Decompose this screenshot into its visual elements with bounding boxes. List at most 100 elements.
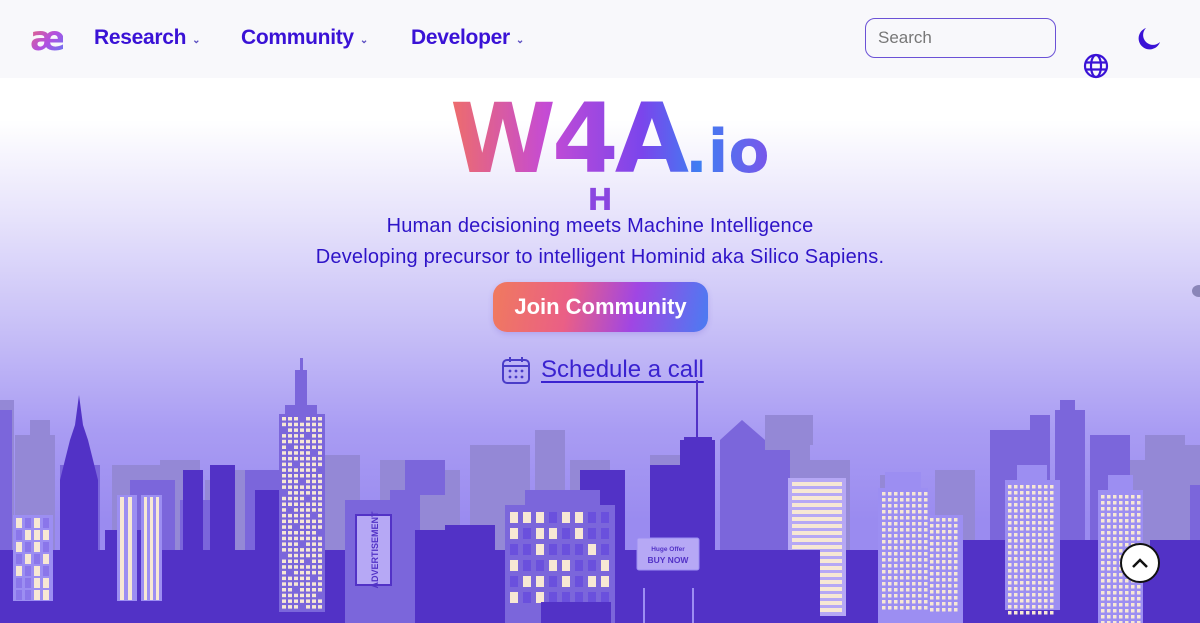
window <box>882 528 886 532</box>
window <box>1101 609 1105 613</box>
window <box>1119 609 1123 613</box>
window <box>912 498 916 502</box>
window <box>1101 567 1105 571</box>
window <box>318 439 322 444</box>
window <box>1026 551 1030 555</box>
window <box>312 593 316 598</box>
window <box>300 428 304 432</box>
window <box>1032 575 1036 579</box>
window <box>300 496 304 501</box>
window <box>282 542 286 546</box>
window <box>948 572 952 576</box>
window <box>312 599 316 603</box>
window <box>294 576 298 581</box>
window <box>792 496 842 500</box>
window <box>523 592 531 603</box>
window <box>282 599 286 603</box>
window <box>312 485 316 489</box>
tagline-primary: Human decisioning meets Machine Intellig… <box>386 215 814 237</box>
scroll-to-top-button[interactable] <box>1120 543 1160 583</box>
globe-icon[interactable] <box>1083 53 1109 79</box>
join-community-button[interactable]: Join Community <box>493 282 708 332</box>
window <box>906 558 910 562</box>
window <box>942 608 946 612</box>
window <box>1113 531 1117 535</box>
window <box>294 565 298 569</box>
brand-logo[interactable]: æ <box>30 20 66 58</box>
window <box>1008 599 1012 603</box>
window <box>306 599 310 603</box>
window <box>1014 575 1018 579</box>
window <box>318 451 322 455</box>
window <box>1125 531 1129 535</box>
window <box>924 498 928 502</box>
window <box>306 576 310 581</box>
window <box>294 536 298 541</box>
window <box>1119 495 1123 499</box>
window <box>924 570 928 574</box>
window <box>1026 605 1030 609</box>
window <box>288 428 292 432</box>
search-input[interactable] <box>865 18 1056 58</box>
billboard-line1: Huge Offer <box>651 546 685 553</box>
window <box>894 546 898 550</box>
window <box>1125 525 1129 529</box>
window <box>936 560 940 564</box>
window <box>888 570 892 574</box>
window <box>918 606 922 610</box>
window <box>936 608 940 612</box>
window <box>282 565 286 569</box>
window <box>43 542 49 552</box>
window <box>894 492 898 496</box>
window <box>306 439 310 444</box>
window <box>924 534 928 538</box>
window <box>792 503 842 507</box>
window <box>1137 501 1141 505</box>
window <box>1026 497 1030 501</box>
window <box>1101 495 1105 499</box>
window <box>1050 509 1054 513</box>
window <box>288 576 292 581</box>
window <box>294 456 298 461</box>
window <box>882 552 886 556</box>
window <box>1026 539 1030 543</box>
moon-icon[interactable] <box>1134 25 1162 53</box>
window <box>294 445 298 449</box>
window <box>894 594 898 598</box>
window <box>888 498 892 502</box>
window <box>16 542 22 552</box>
window <box>954 536 958 540</box>
window <box>1044 521 1048 525</box>
window <box>1113 513 1117 517</box>
window <box>300 565 304 569</box>
window <box>1032 605 1036 609</box>
window <box>510 528 518 539</box>
window <box>1044 569 1048 573</box>
window <box>942 572 946 576</box>
window <box>918 570 922 574</box>
window <box>924 576 928 580</box>
window <box>306 536 310 541</box>
window <box>282 525 286 529</box>
window <box>888 558 892 562</box>
window <box>1014 611 1018 615</box>
window <box>1107 567 1111 571</box>
nav-research[interactable]: Research ⌄ <box>94 26 201 50</box>
window <box>1101 519 1105 523</box>
nav-community[interactable]: Community ⌄ <box>241 26 368 50</box>
window <box>601 544 609 555</box>
window <box>954 530 958 534</box>
window <box>1008 545 1012 549</box>
window <box>792 482 842 486</box>
window <box>1113 495 1117 499</box>
window <box>43 518 49 528</box>
window <box>601 528 609 539</box>
window <box>16 566 22 576</box>
window <box>1131 501 1135 505</box>
nav-developer[interactable]: Developer ⌄ <box>411 26 524 50</box>
window <box>936 590 940 594</box>
window <box>25 554 31 564</box>
nav-community-label: Community <box>241 26 354 49</box>
window <box>1050 599 1054 603</box>
window <box>930 530 934 534</box>
